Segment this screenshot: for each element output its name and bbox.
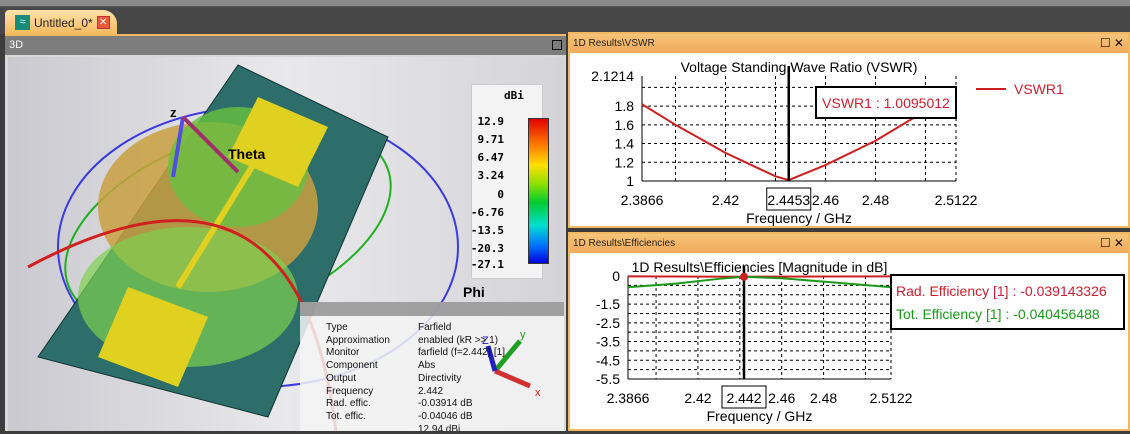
info-key: Type (326, 322, 418, 333)
vswr-chart: Voltage Standing Wave Ratio (VSWR) 2.1214… (570, 53, 1128, 226)
info-value: Abs (418, 360, 435, 371)
annotation-text: VSWR1 : 1.0095012 (822, 95, 950, 111)
y-tick-label: 1.6 (615, 117, 635, 133)
wave-icon: ≈ (15, 15, 30, 30)
x-axis-label: Frequency / GHz (746, 210, 852, 226)
info-value: -0.03914 dB (418, 398, 473, 409)
colorbar-legend: dBi 12.9 9.71 6.47 3.24 0 -6.76 -13.5 -2… (471, 84, 543, 279)
info-key: Output (326, 373, 418, 384)
info-row: Monitorfarfield (f=2.442) [1] (326, 347, 505, 358)
colorbar-tick: 12.9 (478, 115, 505, 128)
info-key: Monitor (326, 347, 418, 358)
y-tick-label: 0 (612, 268, 620, 284)
info-row: OutputDirectivity (326, 373, 461, 384)
info-row: 12.94 dBi (326, 424, 460, 431)
colorbar-tick: 0 (497, 188, 504, 201)
colorbar-tick: -20.3 (471, 242, 504, 255)
panel-3d: 3D z Theta Phi dBi 12.9 9.71 6.47 3.24 0… (5, 34, 566, 431)
y-tick-label: -1.5 (596, 296, 620, 312)
colorbar-gradient (528, 118, 549, 264)
x-tick-label: 2.42 (712, 192, 739, 208)
y-tick-label: 1 (626, 173, 634, 189)
colorbar-tick: -27.1 (471, 258, 504, 271)
menu-strip (0, 0, 1130, 7)
3d-viewport[interactable]: z Theta Phi dBi 12.9 9.71 6.47 3.24 0 -6… (8, 57, 564, 431)
document-tab-bar: ≈ Untitled_0* ✕ (0, 7, 1130, 34)
panel-title: 1D Results\Efficiencies (573, 238, 675, 249)
y-tick-label: 1.4 (615, 136, 635, 152)
close-tab-icon[interactable]: ✕ (97, 16, 110, 29)
x-tick-label: 2.42 (684, 390, 711, 406)
y-tick-label: -2.5 (596, 315, 620, 331)
y-tick-label: 1.2 (615, 154, 635, 170)
y-tick-label: -3.5 (596, 334, 620, 350)
colorbar-tick: -13.5 (471, 224, 504, 237)
efficiencies-panel: 1D Results\Efficiencies ☐ ✕ 1D Results\Ef… (568, 232, 1130, 431)
info-value: 12.94 dBi (418, 424, 460, 431)
y-tick-label: -4.5 (596, 352, 620, 368)
x-tick-label: 2.46 (812, 192, 839, 208)
x-tick-label: 2.5122 (935, 192, 978, 208)
chart-title: Voltage Standing Wave Ratio (VSWR) (681, 59, 918, 75)
info-row: Rad. effic.-0.03914 dB (326, 398, 473, 409)
colorbar-tick: 6.47 (478, 151, 505, 164)
info-key: Tot. effic. (326, 411, 418, 422)
info-row: Approximationenabled (kR >> 1) (326, 335, 498, 346)
x-tick-label: 2.46 (768, 390, 795, 406)
colorbar-tick: 3.24 (478, 169, 505, 182)
panel-title: 3D (9, 39, 23, 51)
x-tick-label: 2.3866 (607, 390, 650, 406)
info-row: ComponentAbs (326, 360, 435, 371)
annotation-text: Rad. Efficiency [1] : -0.039143326 (896, 283, 1107, 299)
info-value: enabled (kR >> 1) (418, 335, 498, 346)
y-tick-label: 1.8 (615, 98, 635, 114)
info-value: Directivity (418, 373, 461, 384)
chart-title: 1D Results\Efficiencies [Magnitude in dB… (632, 259, 888, 275)
phi-label: Phi (463, 284, 485, 300)
info-value: Farfield (418, 322, 451, 333)
y-tick-label: 2.1214 (591, 68, 634, 84)
marker-value: 2.442 (726, 390, 761, 406)
marker-value: 2.4453 (767, 192, 810, 208)
info-key: Frequency (326, 386, 418, 397)
x-tick-label: 2.5122 (870, 390, 913, 406)
panel-title: 1D Results\VSWR (573, 38, 655, 49)
legend-label: VSWR1 (1014, 81, 1064, 97)
vswr-panel: 1D Results\VSWR ☐ ✕ Voltage Standing Wave… (568, 32, 1130, 228)
info-row: Frequency2.442 (326, 386, 443, 397)
info-key: Component (326, 360, 418, 371)
svg-text:y: y (520, 329, 526, 341)
y-tick-label: -5.5 (596, 371, 620, 387)
info-value: 2.442 (418, 386, 443, 397)
colorbar-unit: dBi (504, 89, 524, 102)
info-row: Tot. effic.-0.04046 dB (326, 411, 473, 422)
colorbar-tick: -6.76 (471, 206, 504, 219)
info-key (326, 424, 418, 431)
marker-point (740, 273, 748, 281)
info-value: farfield (f=2.442) [1] (418, 347, 505, 358)
maximize-button[interactable] (552, 40, 562, 50)
tab-untitled[interactable]: ≈ Untitled_0* ✕ (5, 10, 117, 35)
info-row: TypeFarfield (326, 322, 451, 333)
panel-window-buttons[interactable]: ☐ ✕ (1100, 234, 1124, 253)
x-tick-label: 2.48 (810, 390, 837, 406)
info-value: -0.04046 dB (418, 411, 473, 422)
x-tick-label: 2.48 (862, 192, 889, 208)
farfield-info-box: y x Z TypeFarfieldApproximationenabled (… (300, 302, 564, 431)
annotation-text: Tot. Efficiency [1] : -0.040456488 (896, 306, 1100, 322)
x-axis-label: Frequency / GHz (707, 408, 813, 424)
x-tick-label: 2.3866 (621, 192, 664, 208)
svg-text:x: x (535, 387, 541, 399)
efficiencies-chart: 1D Results\Efficiencies [Magnitude in dB… (570, 253, 1128, 429)
tab-label: Untitled_0* (34, 16, 93, 30)
theta-label: Theta (228, 146, 266, 162)
info-key: Approximation (326, 335, 418, 346)
panel-window-buttons[interactable]: ☐ ✕ (1100, 34, 1124, 53)
z-label: z (170, 105, 177, 120)
colorbar-tick: 9.71 (478, 133, 505, 146)
info-key: Rad. effic. (326, 398, 418, 409)
